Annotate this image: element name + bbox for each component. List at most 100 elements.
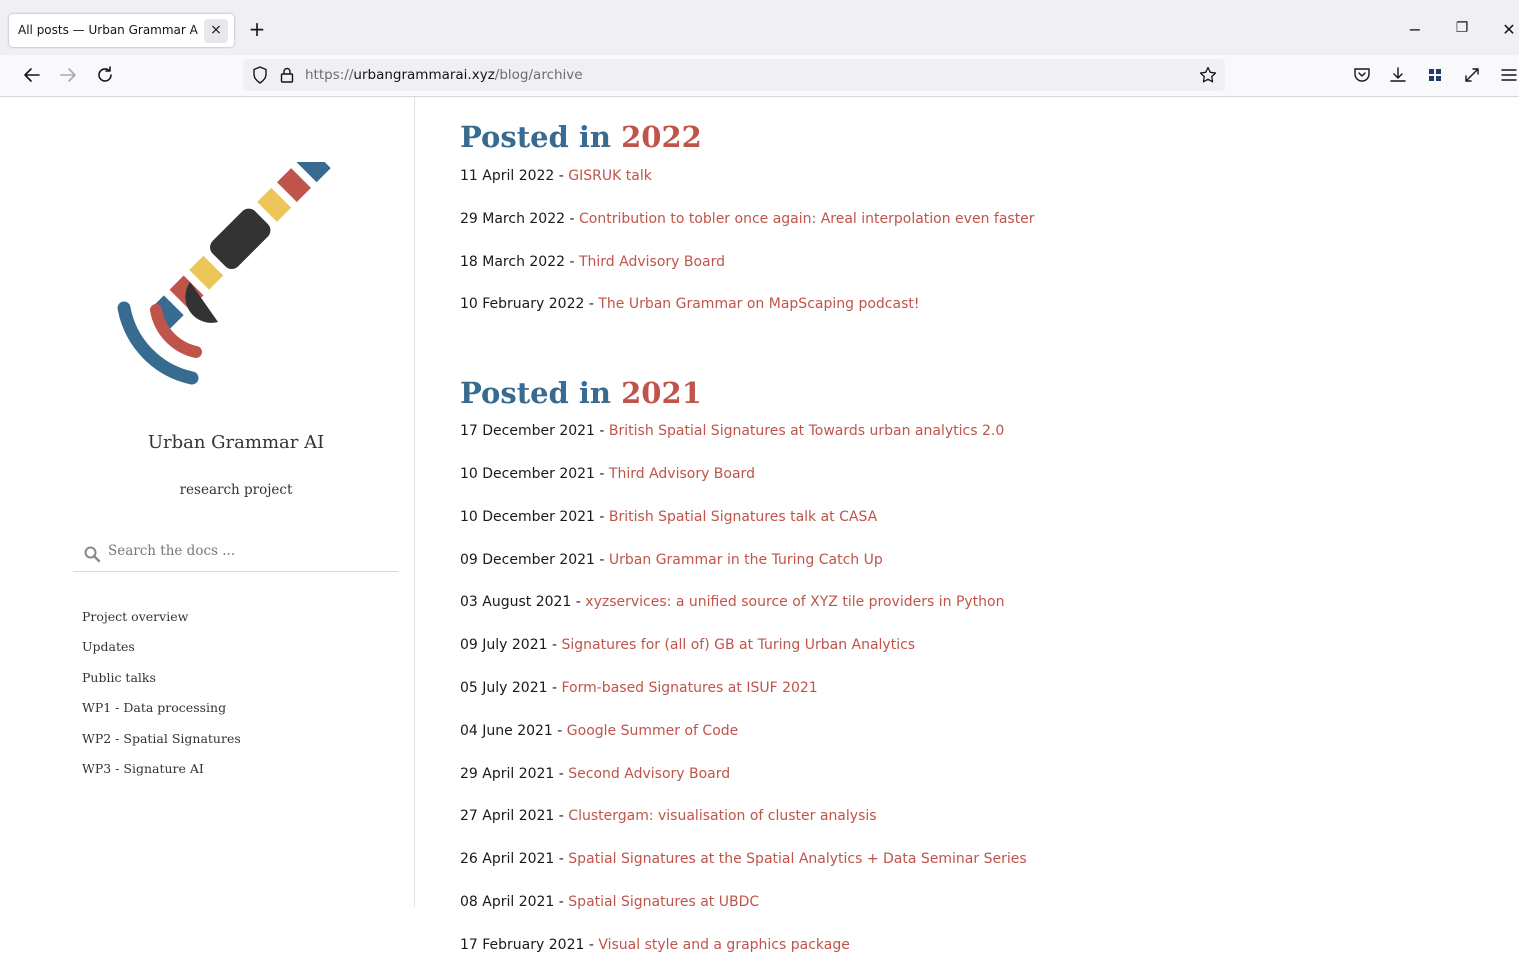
- post-link[interactable]: Third Advisory Board: [579, 254, 725, 270]
- heading-prefix: Posted in: [460, 120, 622, 154]
- post-separator: -: [594, 508, 609, 525]
- post-date: 26 April 2021: [460, 851, 555, 868]
- post-link[interactable]: Visual style and a graphics package: [598, 937, 850, 953]
- post-item: 17 December 2021 - British Spatial Signa…: [460, 421, 1500, 464]
- post-date: 09 July 2021: [460, 637, 548, 654]
- post-link[interactable]: British Spatial Signatures talk at CASA: [609, 509, 877, 525]
- back-arrow-icon[interactable]: [20, 63, 44, 87]
- sidebar-item-wp1[interactable]: WP1 - Data processing: [82, 698, 241, 728]
- menu-icon[interactable]: [1499, 65, 1519, 85]
- sidebar-item-updates[interactable]: Updates: [82, 637, 241, 667]
- project-title[interactable]: Urban Grammar AI: [0, 432, 472, 453]
- post-separator: -: [554, 168, 569, 184]
- post-link[interactable]: Third Advisory Board: [609, 466, 755, 482]
- post-link[interactable]: Contribution to tobler once again: Areal…: [579, 211, 1035, 227]
- post-separator: -: [565, 210, 579, 227]
- post-link[interactable]: Spatial Signatures at UBDC: [568, 894, 759, 910]
- tab-close-icon[interactable]: ×: [204, 19, 228, 43]
- post-item: 29 April 2021 - Second Advisory Board: [460, 764, 1500, 807]
- close-window-icon[interactable]: ✕: [1499, 20, 1519, 39]
- post-item: 09 July 2021 - Signatures for (all of) G…: [460, 635, 1500, 678]
- download-icon[interactable]: [1388, 65, 1408, 85]
- post-link[interactable]: GISRUK talk: [568, 168, 652, 184]
- post-item: 09 December 2021 - Urban Grammar in the …: [460, 550, 1500, 593]
- forward-arrow-icon[interactable]: [56, 63, 80, 87]
- sidebar-item-wp3[interactable]: WP3 - Signature AI: [82, 759, 241, 789]
- post-date: 11 April 2022: [460, 168, 555, 184]
- post-item: 03 August 2021 - xyzservices: a unified …: [460, 592, 1500, 635]
- post-item: 04 June 2021 - Google Summer of Code: [460, 721, 1500, 764]
- search-icon: [84, 546, 101, 563]
- browser-tab-bar: All posts — Urban Grammar AI documentati…: [0, 0, 1519, 55]
- expand-icon[interactable]: [1462, 65, 1482, 85]
- post-link[interactable]: Second Advisory Board: [568, 766, 730, 782]
- browser-tab[interactable]: All posts — Urban Grammar AI documentati…: [9, 14, 234, 47]
- url-path: /blog/archive: [494, 67, 583, 83]
- post-item: 26 April 2021 - Spatial Signatures at th…: [460, 849, 1500, 892]
- post-separator: -: [552, 722, 567, 739]
- post-list-2021: 17 December 2021 - British Spatial Signa…: [460, 421, 1500, 977]
- post-separator: -: [547, 637, 562, 654]
- post-item: 10 February 2022 - The Urban Grammar on …: [460, 294, 1500, 337]
- post-item: 11 April 2022 - GISRUK talk: [460, 166, 1500, 209]
- post-separator: -: [594, 551, 609, 568]
- post-date: 08 April 2021: [460, 893, 555, 910]
- shield-icon[interactable]: [250, 65, 270, 85]
- post-date: 29 April 2021: [460, 765, 555, 782]
- reload-icon[interactable]: [93, 63, 117, 87]
- post-item: 08 April 2021 - Spatial Signatures at UB…: [460, 892, 1500, 935]
- post-link[interactable]: Spatial Signatures at the Spatial Analyt…: [568, 851, 1026, 867]
- post-date: 05 July 2021: [460, 679, 548, 696]
- year-heading-2022: Posted in 2022: [460, 117, 1500, 157]
- search-input[interactable]: [108, 543, 388, 559]
- post-date: 04 June 2021: [460, 722, 553, 739]
- post-separator: -: [547, 679, 562, 696]
- post-item: 17 February 2021 - Visual style and a gr…: [460, 935, 1500, 978]
- project-subtitle: research project: [179, 482, 293, 498]
- post-separator: -: [554, 893, 569, 910]
- post-link[interactable]: The Urban Grammar on MapScaping podcast!: [598, 296, 919, 312]
- post-link[interactable]: Signatures for (all of) GB at Turing Urb…: [561, 637, 915, 653]
- post-separator: -: [571, 594, 586, 611]
- main-content: Posted in 2022 11 April 2022 - GISRUK ta…: [460, 97, 1500, 978]
- sidebar-item-project-overview[interactable]: Project overview: [82, 607, 241, 637]
- lock-icon[interactable]: [277, 65, 297, 85]
- heading-year: 2021: [621, 376, 702, 411]
- post-date: 09 December 2021: [460, 551, 595, 568]
- post-item: 10 December 2021 - Third Advisory Board: [460, 464, 1500, 507]
- bookmark-star-icon[interactable]: [1198, 65, 1218, 85]
- post-separator: -: [594, 465, 609, 482]
- search-box[interactable]: [73, 536, 398, 572]
- heading-year: 2022: [621, 120, 702, 154]
- post-link[interactable]: British Spatial Signatures at Towards ur…: [609, 423, 1004, 439]
- post-separator: -: [554, 851, 569, 868]
- url-scheme: https://: [305, 67, 354, 83]
- post-date: 27 April 2021: [460, 808, 555, 825]
- url-bar[interactable]: https://urbangrammarai.xyz/blog/archive: [243, 59, 1225, 91]
- url-text[interactable]: https://urbangrammarai.xyz/blog/archive: [305, 67, 583, 83]
- sidebar-nav: Project overview Updates Public talks WP…: [82, 607, 241, 789]
- post-separator: -: [554, 808, 569, 825]
- post-date: 03 August 2021: [460, 594, 572, 611]
- restore-icon[interactable]: ❐: [1452, 20, 1472, 36]
- post-item: 29 March 2022 - Contribution to tobler o…: [460, 209, 1500, 252]
- year-heading-2021: Posted in 2021: [460, 373, 1500, 413]
- new-tab-icon[interactable]: +: [246, 19, 268, 41]
- extension-icon[interactable]: [1425, 65, 1445, 85]
- post-link[interactable]: Google Summer of Code: [567, 723, 738, 739]
- post-date: 17 February 2021: [460, 936, 585, 953]
- post-link[interactable]: xyzservices: a unified source of XYZ til…: [585, 594, 1004, 610]
- urban-grammar-logo[interactable]: [112, 162, 344, 390]
- sidebar-item-public-talks[interactable]: Public talks: [82, 668, 241, 698]
- post-date: 18 March 2022: [460, 253, 566, 270]
- post-date: 17 December 2021: [460, 423, 595, 440]
- minimize-icon[interactable]: −: [1405, 20, 1425, 39]
- post-separator: -: [565, 253, 579, 270]
- browser-nav-bar: https://urbangrammarai.xyz/blog/archive: [0, 55, 1519, 97]
- post-date: 10 December 2021: [460, 508, 595, 525]
- sidebar-item-wp2[interactable]: WP2 - Spatial Signatures: [82, 729, 241, 759]
- post-link[interactable]: Clustergam: visualisation of cluster ana…: [568, 808, 876, 824]
- post-link[interactable]: Urban Grammar in the Turing Catch Up: [609, 552, 883, 568]
- pocket-icon[interactable]: [1352, 65, 1372, 85]
- post-link[interactable]: Form-based Signatures at ISUF 2021: [561, 680, 817, 696]
